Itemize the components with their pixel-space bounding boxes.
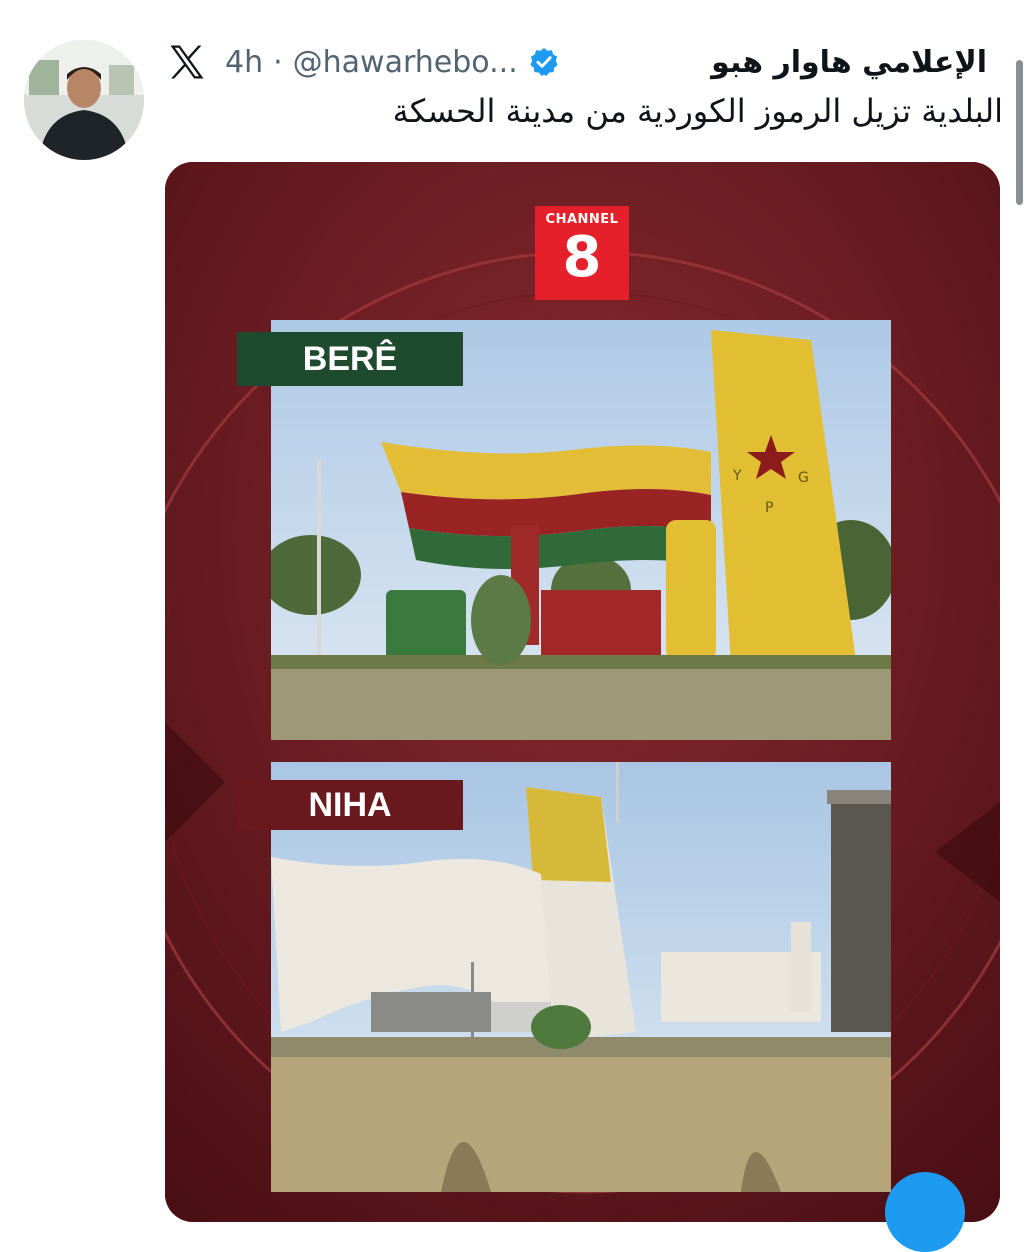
author-name[interactable]: الإعلامي هاوار هبو	[711, 45, 987, 80]
label-before: BERÊ	[237, 332, 463, 386]
compose-button[interactable]	[885, 1172, 965, 1252]
tweet-text: البلدية تزيل الرموز الكوردية من مدينة ال…	[392, 92, 1003, 130]
channel-number: 8	[562, 225, 602, 290]
author-handle[interactable]: @hawarhebo...	[293, 45, 518, 80]
x-logo-icon[interactable]	[165, 40, 209, 84]
scrollbar[interactable]	[1016, 60, 1023, 205]
tweet-time[interactable]: 4h	[225, 45, 263, 80]
monument-letter-y: Y	[732, 468, 742, 484]
avatar-photo	[24, 40, 144, 160]
tweet-header: 4h · @hawarhebo... الإعلامي هاوار هبو	[165, 34, 987, 90]
tweet-media[interactable]: CHANNEL 8 Y G P BERÊ NIHA	[165, 162, 1000, 1222]
avatar[interactable]	[24, 40, 144, 160]
label-after: NIHA	[237, 780, 463, 830]
channel-label: CHANNEL	[545, 212, 619, 227]
monument-letter-p: P	[765, 500, 773, 516]
separator-dot: ·	[273, 44, 283, 80]
verified-badge-icon	[530, 48, 558, 76]
channel-8-logo: CHANNEL 8	[535, 206, 629, 300]
monument-letter-g: G	[798, 470, 809, 486]
